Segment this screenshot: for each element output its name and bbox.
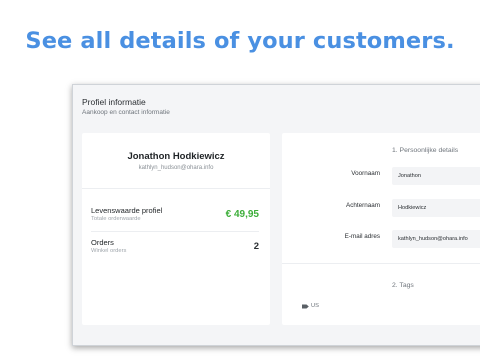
lifetime-value: € 49,95 bbox=[225, 209, 259, 220]
customer-name: Jonathon Hodkiewicz bbox=[127, 151, 225, 162]
tag-icon bbox=[302, 304, 309, 309]
email-field[interactable] bbox=[392, 230, 480, 248]
orders-count: 2 bbox=[253, 241, 259, 252]
tags-title: 2. Tags bbox=[392, 282, 414, 289]
tag-label: US bbox=[311, 303, 320, 309]
divider bbox=[282, 263, 480, 264]
last-name-label: Achternaam bbox=[346, 202, 380, 209]
divider bbox=[91, 231, 259, 232]
orders-label: Orders bbox=[91, 238, 114, 247]
personal-details-title: 1. Persoonlijke details bbox=[392, 147, 459, 154]
lifetime-value-sublabel: Totale orderwaarde bbox=[91, 216, 141, 222]
page-headline: See all details of your customers. bbox=[25, 28, 455, 54]
first-name-label: Voornaam bbox=[351, 170, 380, 177]
app-window: Profiel informatie Aankoop en contact in… bbox=[72, 84, 480, 346]
customer-email: kathlyn_hudson@ohara.info bbox=[138, 165, 214, 171]
email-label: E-mail adres bbox=[344, 233, 380, 240]
orders-sublabel: Winkel orders bbox=[91, 248, 127, 254]
page-title: Profiel informatie bbox=[82, 97, 146, 107]
lifetime-value-label: Levenswaarde profiel bbox=[91, 206, 163, 215]
last-name-field[interactable] bbox=[392, 199, 480, 217]
page-subtitle: Aankoop en contact informatie bbox=[82, 109, 170, 116]
divider bbox=[82, 188, 270, 189]
customer-summary-card: Jonathon Hodkiewicz kathlyn_hudson@ohara… bbox=[82, 133, 270, 325]
first-name-field[interactable] bbox=[392, 167, 480, 185]
tag-item[interactable]: US bbox=[302, 303, 319, 309]
customer-details-card: 1. Persoonlijke details Voornaam Achtern… bbox=[282, 133, 480, 325]
